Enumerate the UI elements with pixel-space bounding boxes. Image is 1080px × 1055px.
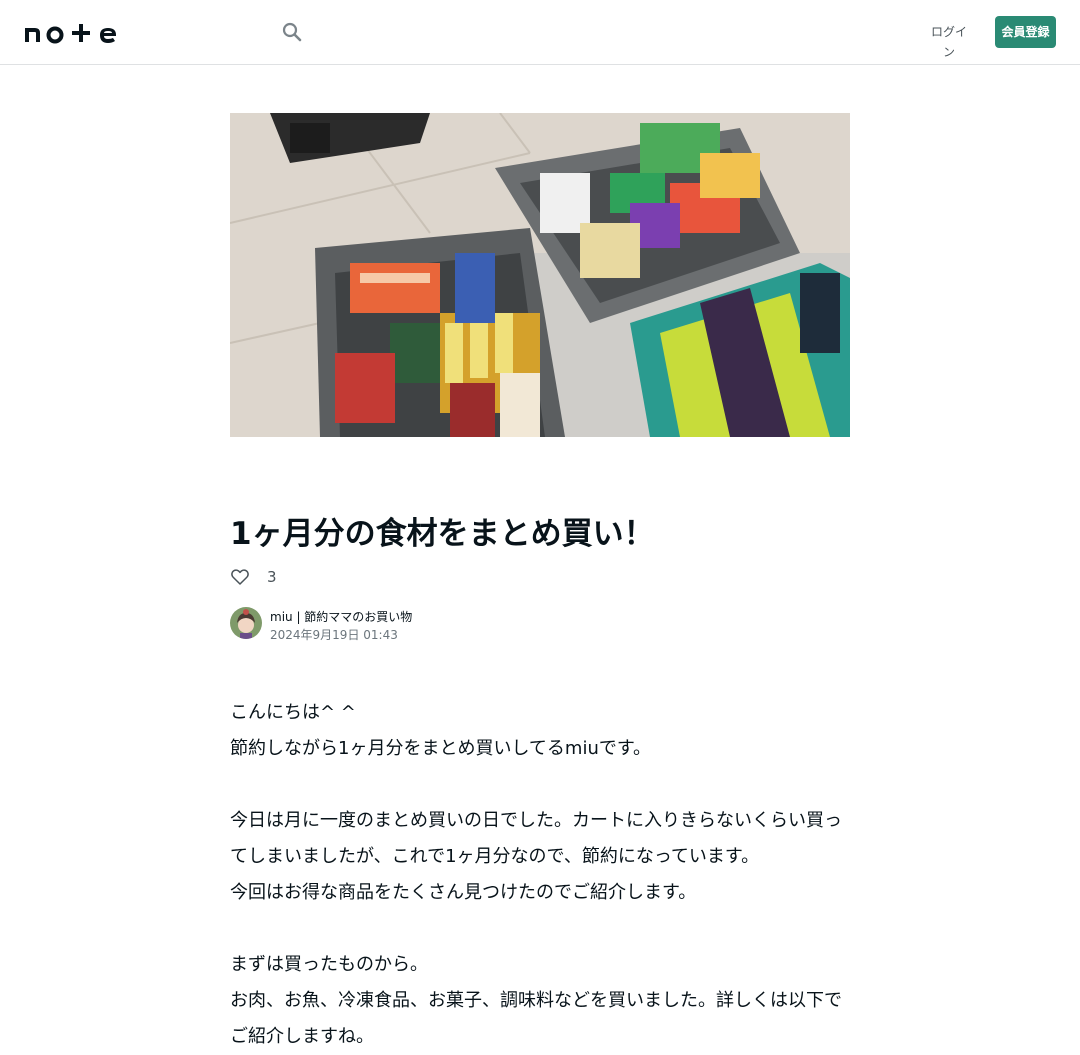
author-name[interactable]: miu | 節約ママのお買い物 (270, 608, 412, 625)
post-date: 2024年9月19日 01:43 (270, 628, 398, 642)
body-paragraph: まずは買ったものから。 (230, 954, 428, 975)
like-row: 3 (230, 565, 277, 589)
signup-button[interactable]: 会員登録 (995, 16, 1056, 48)
site-header: ログイン 会員登録 (0, 0, 1080, 65)
article-body: こんにちは^ ^ 節約しながら1ヶ月分をまとめ買いしてるmiuです。 今日は月に… (230, 695, 850, 1055)
avatar[interactable] (230, 607, 262, 639)
login-link[interactable]: ログイン (926, 22, 972, 59)
body-paragraph: 今日は月に一度のまとめ買いの日でした。カートに入りきらないくらい買ってしまいまし… (230, 810, 842, 867)
body-paragraph: お肉、お魚、冷凍食品、お菓子、調味料などを買いました。詳しくは以下でご紹介します… (230, 990, 842, 1047)
article-title: 1ヶ月分の食材をまとめ買い！ (230, 516, 655, 552)
search-button[interactable] (280, 20, 304, 44)
like-count: 3 (267, 568, 277, 586)
heart-icon[interactable] (230, 567, 250, 587)
body-paragraph: 節約しながら1ヶ月分をまとめ買いしてるmiuです。 (230, 738, 652, 759)
body-paragraph (230, 767, 850, 803)
eyecatch-image (230, 113, 850, 437)
body-paragraph: こんにちは^ ^ (230, 702, 356, 723)
note-logo[interactable] (24, 20, 124, 44)
body-paragraph (230, 911, 850, 947)
search-icon (282, 22, 302, 42)
body-paragraph: 今回はお得な商品をたくさん見つけたのでご紹介します。 (230, 882, 697, 903)
